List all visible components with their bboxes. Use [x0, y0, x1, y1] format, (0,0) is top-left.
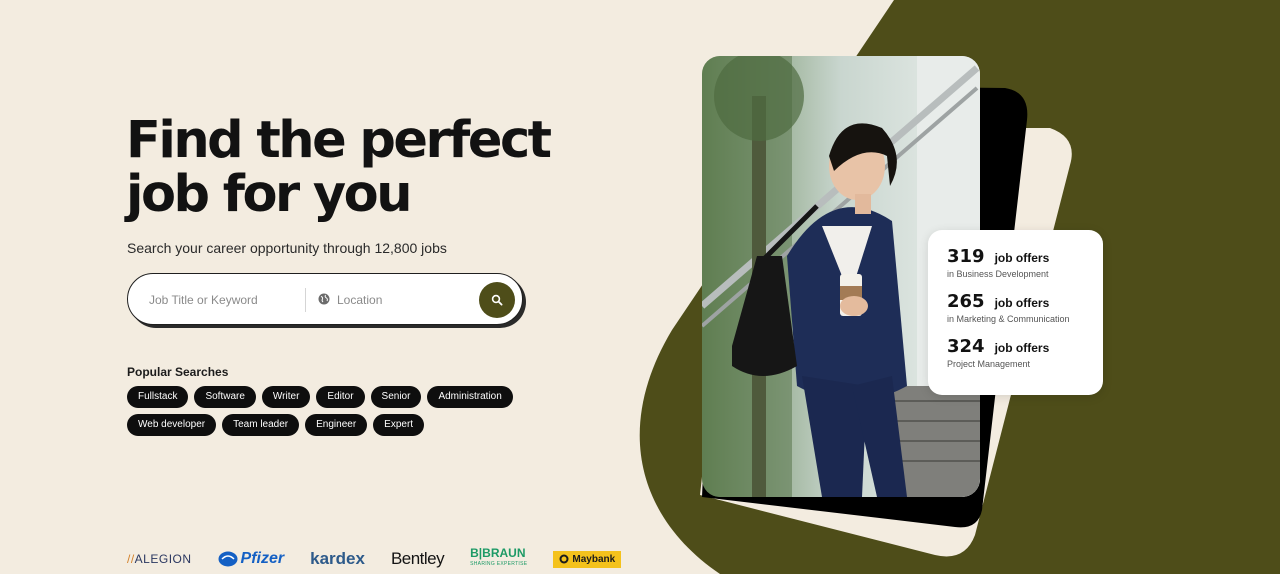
- popular-tags-row-2: Web developer Team leader Engineer Exper…: [127, 414, 425, 436]
- stat-project-management: 324 job offers Project Management: [947, 336, 1084, 369]
- alegion-logo: //ALEGION: [127, 552, 192, 566]
- tag-fullstack[interactable]: Fullstack: [127, 386, 189, 408]
- stat-label: job offers: [994, 341, 1050, 355]
- stat-count: 324: [947, 336, 985, 357]
- tag-writer[interactable]: Writer: [261, 386, 311, 408]
- hero-title: Find the perfect job for you: [126, 111, 552, 224]
- tag-web-developer[interactable]: Web developer: [127, 414, 217, 436]
- globe-icon: [318, 293, 330, 305]
- job-stats-card: 319 job offers in Business Development 2…: [928, 230, 1103, 395]
- maybank-logo: Maybank: [553, 550, 622, 568]
- stat-marketing-communication: 265 job offers in Marketing & Communicat…: [947, 291, 1084, 324]
- search-icon: [491, 294, 503, 306]
- tag-engineer[interactable]: Engineer: [305, 414, 368, 436]
- hero-subtitle: Search your career opportunity through 1…: [127, 240, 447, 256]
- maybank-tiger-icon: [559, 554, 569, 564]
- tag-editor[interactable]: Editor: [316, 386, 365, 408]
- search-button[interactable]: [479, 282, 515, 318]
- stat-label: job offers: [994, 296, 1050, 310]
- job-search-bar: [127, 273, 523, 325]
- tag-team-leader[interactable]: Team leader: [222, 414, 300, 436]
- kardex-logo: kardex: [310, 549, 365, 568]
- job-keyword-input[interactable]: [149, 291, 299, 309]
- bentley-logo: Bentley: [390, 549, 445, 568]
- tag-expert[interactable]: Expert: [373, 414, 425, 436]
- pfizer-logo: Pfizer: [218, 550, 284, 568]
- stat-category: in Marketing & Communication: [947, 314, 1070, 324]
- stat-label: job offers: [994, 251, 1050, 265]
- tag-administration[interactable]: Administration: [427, 386, 513, 408]
- popular-tags-row-1: Fullstack Software Writer Editor Senior …: [127, 386, 513, 408]
- partner-logos: //ALEGION Pfizer kardex Bentley B|BRAUN S…: [127, 546, 622, 572]
- tag-software[interactable]: Software: [194, 386, 256, 408]
- hero-title-line-1: Find the perfect: [126, 111, 552, 170]
- stat-category: Project Management: [947, 359, 1031, 369]
- hero-title-line-2: job for you: [126, 165, 413, 224]
- tag-senior[interactable]: Senior: [370, 386, 422, 408]
- stat-category: in Business Development: [947, 269, 1049, 279]
- pfizer-pill-icon: [218, 551, 238, 567]
- location-input[interactable]: [337, 291, 467, 309]
- stat-count: 265: [947, 291, 985, 312]
- bbraun-logo: B|BRAUN SHARING EXPERTISE: [470, 546, 528, 567]
- search-divider: [305, 288, 306, 312]
- popular-searches-heading: Popular Searches: [127, 365, 229, 379]
- stat-count: 319: [947, 246, 985, 267]
- stat-business-development: 319 job offers in Business Development: [947, 246, 1084, 279]
